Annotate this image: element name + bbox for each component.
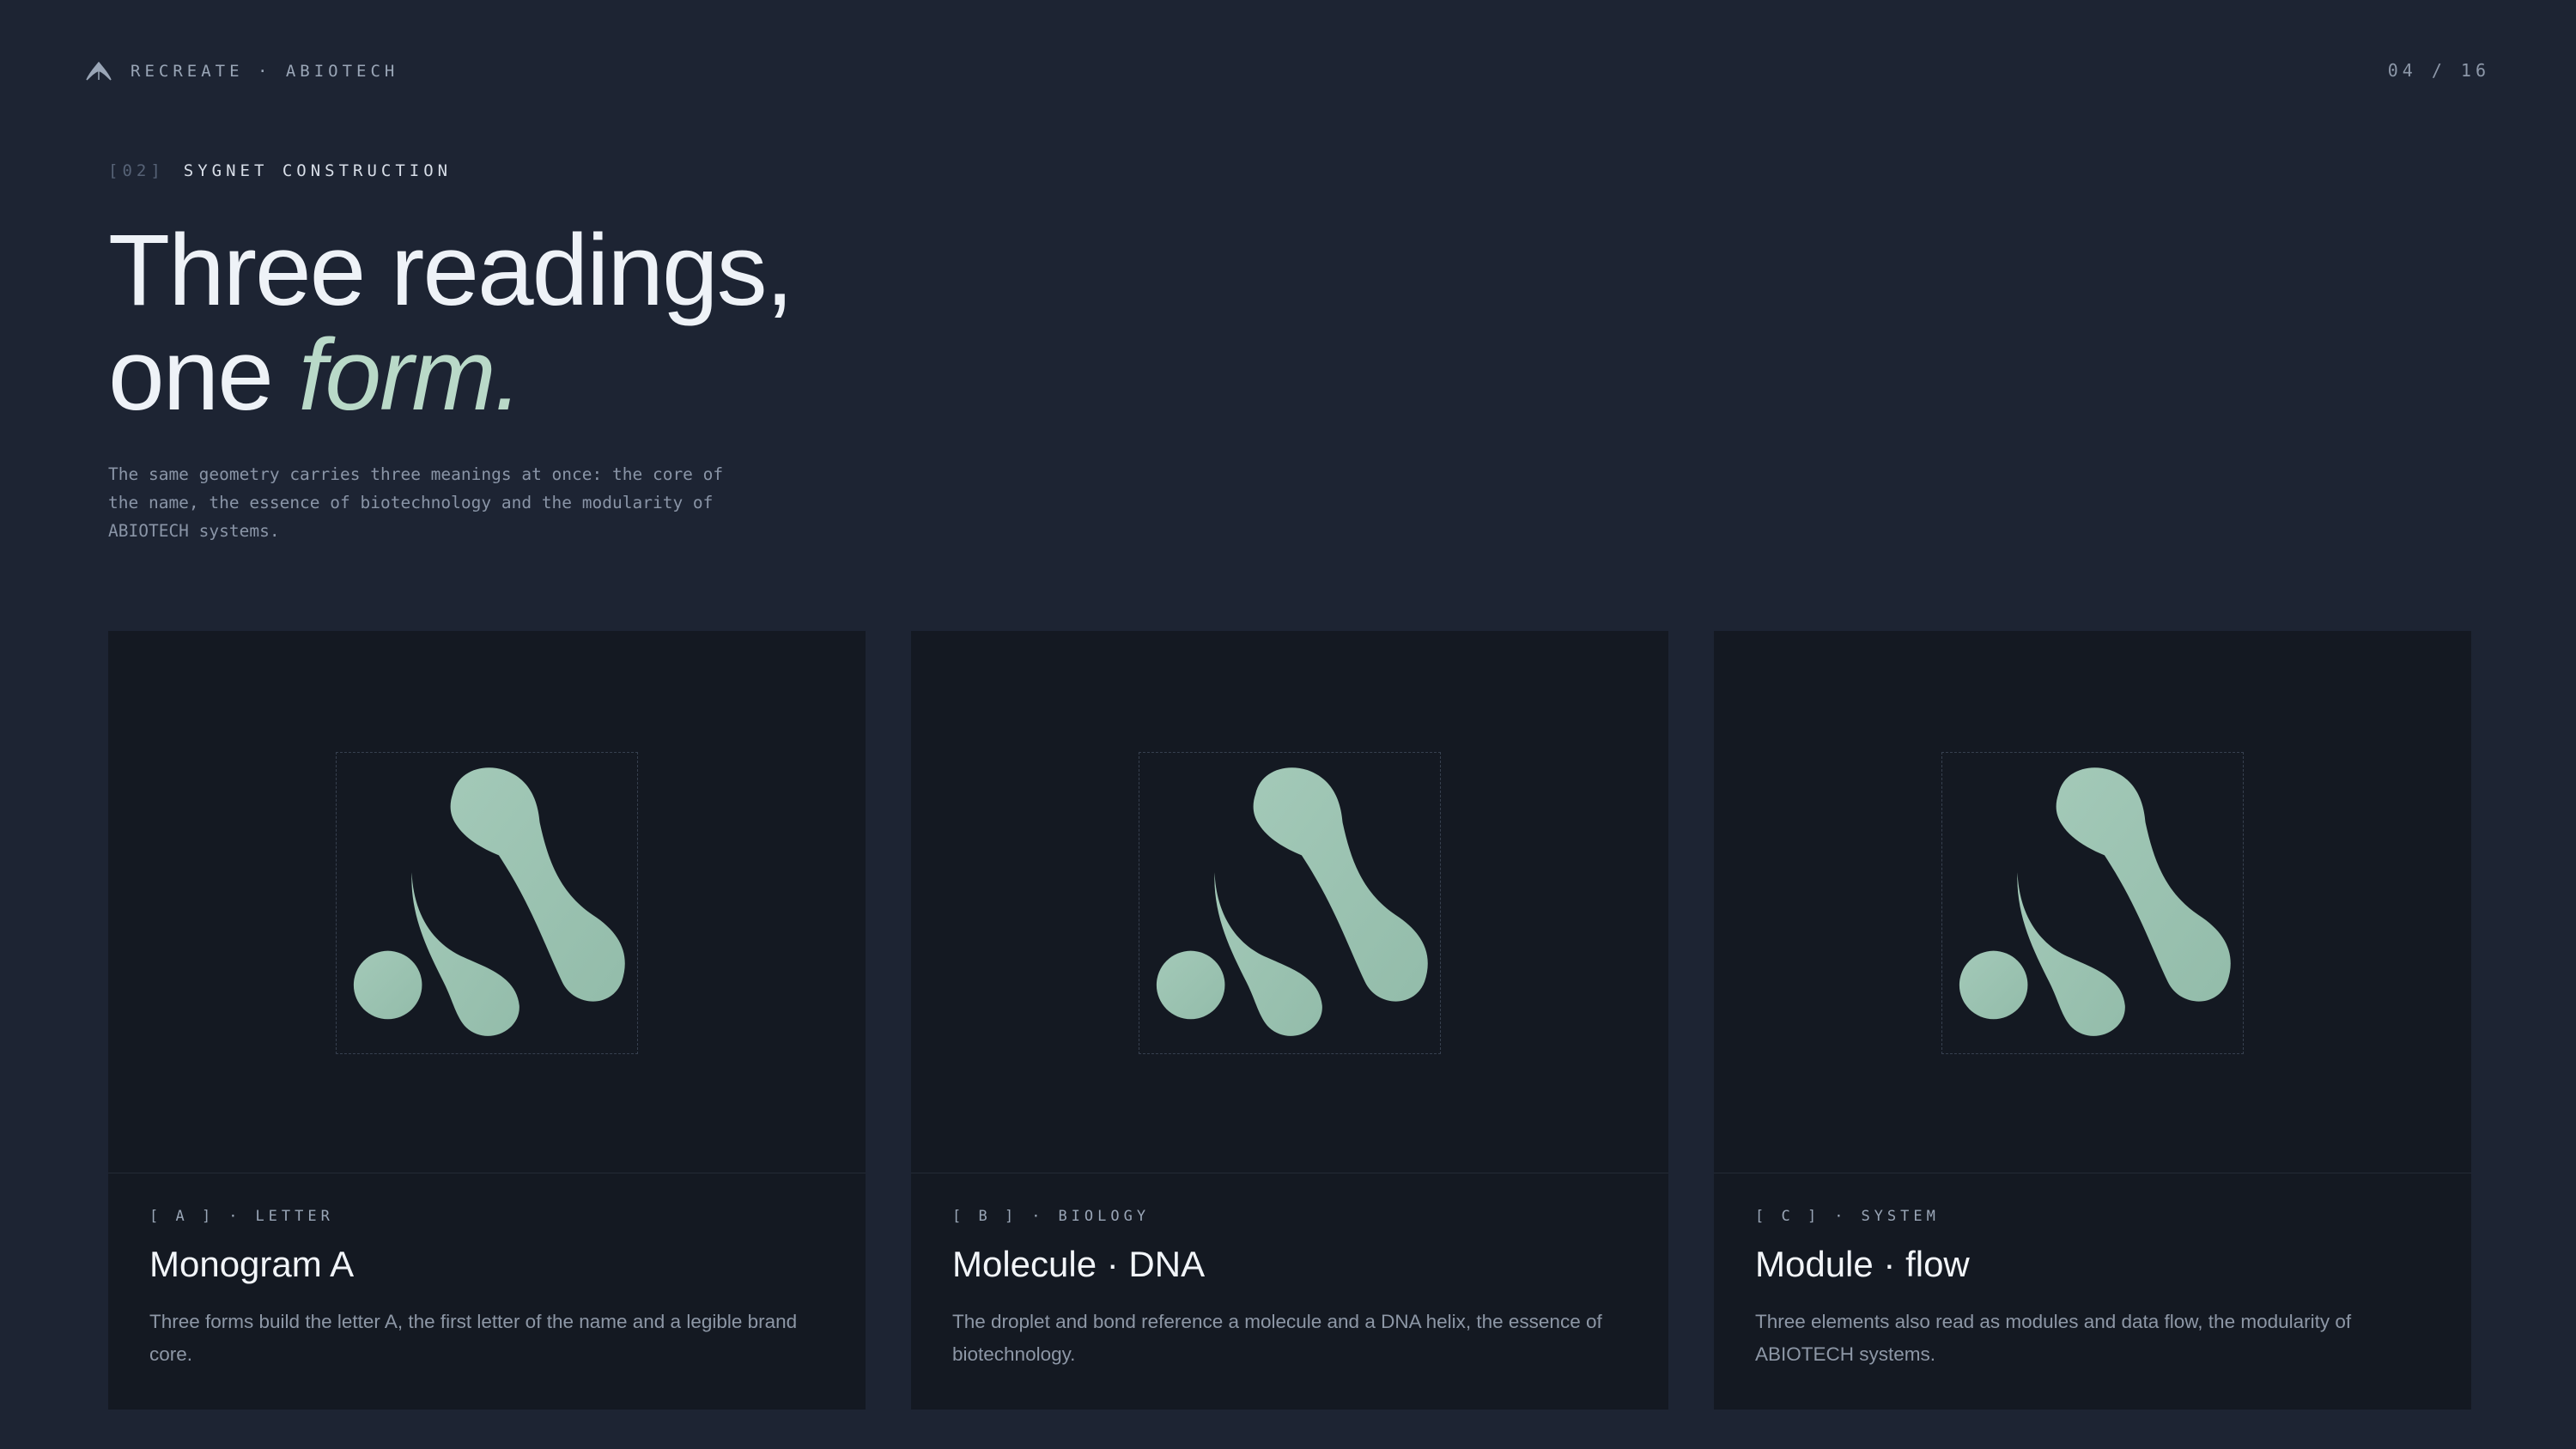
intro-text: The same geometry carries three meanings… <box>108 464 724 541</box>
card-biology: [ B ] · BIOLOGY Molecule · DNA The dropl… <box>911 631 1668 1410</box>
card-tag: [ A ] · LETTER <box>149 1208 824 1225</box>
construction-frame <box>1139 752 1441 1054</box>
card-visual <box>108 631 866 1173</box>
section-label: [02] SYGNET CONSTRUCTION <box>108 161 452 180</box>
leaf-icon <box>86 62 112 81</box>
card-visual <box>911 631 1668 1173</box>
page-title: Three readings, one form. <box>108 218 793 427</box>
card-description: Three elements also read as modules and … <box>1755 1311 2352 1365</box>
tag-letter: [ B ] <box>952 1208 1018 1225</box>
section-name: SYGNET CONSTRUCTION <box>183 161 453 180</box>
card-title: Molecule · DNA <box>952 1244 1206 1284</box>
card-visual <box>1714 631 2471 1173</box>
section-number: [02] <box>108 161 165 180</box>
title-line-2-accent: form. <box>298 318 523 432</box>
brand: RECREATE · ABIOTECH <box>86 62 398 81</box>
card-title: Module · flow <box>1755 1244 1970 1284</box>
card-system: [ C ] · SYSTEM Module · flow Three eleme… <box>1714 631 2471 1410</box>
tag-letter: [ A ] <box>149 1208 216 1225</box>
card-title: Monogram A <box>149 1244 355 1284</box>
abiotech-sygnet-icon <box>353 767 625 1036</box>
tag-word: SYSTEM <box>1861 1208 1940 1225</box>
tag-separator: · <box>1834 1208 1848 1225</box>
tag-word: LETTER <box>255 1208 334 1225</box>
title-line-1: Three readings, <box>108 214 793 327</box>
card-grid: [ A ] · LETTER Monogram A Three forms bu… <box>108 631 2471 1410</box>
card-tag: [ C ] · SYSTEM <box>1755 1208 2430 1225</box>
tag-word: BIOLOGY <box>1058 1208 1151 1225</box>
construction-frame <box>1941 752 2244 1054</box>
card-description: Three forms build the letter A, the firs… <box>149 1311 798 1365</box>
card-tag: [ B ] · BIOLOGY <box>952 1208 1627 1225</box>
page-counter: 04 / 16 <box>2387 60 2490 81</box>
tag-separator: · <box>1031 1208 1045 1225</box>
brand-label: RECREATE · ABIOTECH <box>131 62 399 81</box>
title-line-2-plain: one <box>108 318 299 432</box>
tag-letter: [ C ] <box>1755 1208 1821 1225</box>
construction-frame <box>336 752 638 1054</box>
card-letter: [ A ] · LETTER Monogram A Three forms bu… <box>108 631 866 1410</box>
abiotech-sygnet-icon <box>1156 767 1428 1036</box>
tag-separator: · <box>228 1208 242 1225</box>
abiotech-sygnet-icon <box>1959 767 2231 1036</box>
card-description: The droplet and bond reference a molecul… <box>952 1311 1602 1365</box>
